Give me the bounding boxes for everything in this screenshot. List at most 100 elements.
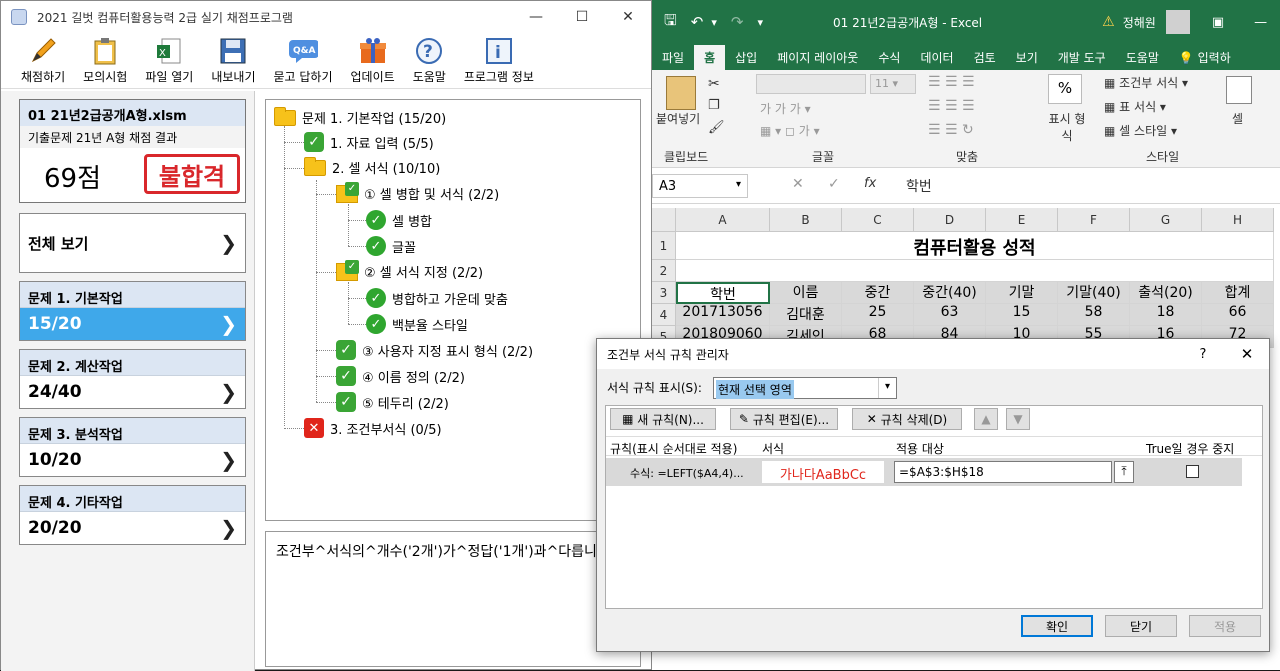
mock-exam-button[interactable]: 모의시험 — [77, 33, 133, 85]
header-cell-g3[interactable]: 출석(20) — [1130, 282, 1202, 304]
export-button[interactable]: 내보내기 — [205, 33, 261, 85]
tree-item-cell-format[interactable]: 2. 셀 서식 (10/10) — [304, 156, 440, 177]
move-down-icon[interactable]: ▼ — [1006, 408, 1030, 430]
tab-data[interactable]: 데이터 — [910, 45, 963, 70]
question-1-card[interactable]: 문제 1. 기본작업 15/20 ❯ — [19, 281, 246, 341]
align-top-icon[interactable]: ☰ ☰ ☰ — [928, 74, 975, 90]
applies-to-input[interactable]: =$A$3:$H$18 — [894, 461, 1112, 483]
tab-insert[interactable]: 삽입 — [725, 45, 767, 70]
row-header-3[interactable]: 3 — [652, 282, 676, 304]
column-header-c[interactable]: C — [842, 208, 914, 232]
data-cell-g4[interactable]: 18 — [1130, 304, 1202, 326]
tab-view[interactable]: 보기 — [1006, 45, 1048, 70]
update-button[interactable]: 업데이트 — [345, 33, 401, 85]
delete-rule-button[interactable]: ✕ 규칙 삭제(D) — [852, 408, 962, 430]
question-2-card[interactable]: 문제 2. 계산작업 24/40 ❯ — [19, 349, 246, 409]
name-box[interactable]: A3 ▾ — [652, 174, 748, 198]
tab-tell-me[interactable]: 💡 입력하 — [1169, 45, 1241, 70]
cancel-formula-icon[interactable]: ✕ — [792, 176, 804, 192]
sheet-title-cell[interactable]: 컴퓨터활용 성적 — [676, 232, 1274, 260]
cut-icon[interactable]: ✂ — [708, 76, 720, 92]
new-rule-button[interactable]: ▦ 새 규칙(N)... — [610, 408, 716, 430]
column-header-d[interactable]: D — [914, 208, 986, 232]
show-rules-select[interactable]: 현재 선택 영역 ▾ — [713, 377, 897, 399]
column-header-b[interactable]: B — [770, 208, 842, 232]
minimize-icon[interactable]: — — [1254, 15, 1267, 30]
minimize-icon[interactable]: — — [513, 1, 559, 33]
maximize-icon[interactable]: ☐ — [559, 1, 605, 33]
tree-item-merge-cells[interactable]: ✓ 셀 병합 — [366, 210, 432, 230]
view-all-button[interactable]: 전체 보기 ❯ — [19, 213, 246, 273]
question-4-card[interactable]: 문제 4. 기타작업 20/20 ❯ — [19, 485, 246, 545]
data-cell-f4[interactable]: 58 — [1058, 304, 1130, 326]
formula-input[interactable]: 학번 — [906, 176, 932, 196]
indent-icon[interactable]: ☰ ☰ ↻ — [928, 122, 974, 138]
tree-item-merge-format[interactable]: ✓ ① 셀 병합 및 서식 (2/2) — [336, 181, 499, 203]
row-header-1[interactable]: 1 — [652, 232, 676, 260]
tab-page-layout[interactable]: 페이지 레이아웃 — [767, 45, 868, 70]
rule-row[interactable]: 수식: =LEFT($A4,4)... 가나다AaBbCc =$A$3:$H$1… — [606, 458, 1242, 486]
qa-button[interactable]: Q&A 묻고 답하기 — [268, 33, 339, 85]
header-cell-e3[interactable]: 기말 — [986, 282, 1058, 304]
open-file-button[interactable]: X 파일 열기 — [139, 33, 199, 85]
program-info-button[interactable]: i 프로그램 정보 — [458, 33, 540, 85]
format-painter-icon[interactable]: 🖌 — [708, 120, 725, 135]
font-size-box[interactable]: 11 ▾ — [870, 74, 916, 94]
header-cell-b3[interactable]: 이름 — [770, 282, 842, 304]
column-header-h[interactable]: H — [1202, 208, 1274, 232]
help-icon[interactable]: ? — [1181, 347, 1225, 362]
bold-icon[interactable]: 가 가 가 ▾ — [760, 100, 811, 117]
help-button[interactable]: ? 도움말 — [407, 33, 452, 85]
tab-file[interactable]: 파일 — [652, 45, 694, 70]
tree-item-merge-center[interactable]: ✓ 병합하고 가운데 맞춤 — [366, 288, 508, 308]
tree-item-custom-format[interactable]: ✓ ③ 사용자 지정 표시 형식 (2/2) — [336, 340, 533, 360]
ribbon-display-icon[interactable]: ▣ — [1212, 15, 1224, 30]
percent-icon[interactable]: % — [1048, 74, 1082, 104]
save-icon[interactable]: 🖫 — [664, 10, 677, 35]
apply-button[interactable]: 적용 — [1189, 615, 1261, 637]
conditional-format-button[interactable]: ▦ 조건부 서식 ▾ — [1104, 74, 1188, 91]
number-format-label[interactable]: 표시 형식 — [1044, 110, 1090, 144]
header-cell-a3[interactable]: 학번 — [676, 282, 770, 304]
column-header-a[interactable]: A — [676, 208, 770, 232]
tab-review[interactable]: 검토 — [964, 45, 1006, 70]
edit-rule-button[interactable]: ✎ 규칙 편집(E)... — [730, 408, 838, 430]
tree-item-percent-style[interactable]: ✓ 백분율 스타일 — [366, 314, 468, 334]
tree-item-conditional-format[interactable]: ✕ 3. 조건부서식 (0/5) — [304, 418, 442, 438]
data-cell-c4[interactable]: 25 — [842, 304, 914, 326]
table-format-button[interactable]: ▦ 표 서식 ▾ — [1104, 98, 1166, 115]
align-left-icon[interactable]: ☰ ☰ ☰ — [928, 98, 975, 114]
row-header-4[interactable]: 4 — [652, 304, 676, 326]
copy-icon[interactable]: ❐ — [708, 98, 720, 113]
header-cell-c3[interactable]: 중간 — [842, 282, 914, 304]
move-up-icon[interactable]: ▲ — [974, 408, 998, 430]
select-all-corner[interactable] — [652, 208, 676, 232]
function-icon[interactable]: fx — [864, 176, 876, 191]
header-cell-h3[interactable]: 합계 — [1202, 282, 1274, 304]
paste-label[interactable]: 붙여넣기 — [656, 110, 700, 127]
tree-root[interactable]: 문제 1. 기본작업 (15/20) — [274, 106, 446, 127]
font-name-box[interactable] — [756, 74, 866, 94]
undo-icon[interactable]: ↶ — [691, 13, 704, 31]
tab-help[interactable]: 도움말 — [1116, 45, 1169, 70]
quick-access-dropdown-icon[interactable]: ▾ — [757, 16, 763, 29]
data-cell-d4[interactable]: 63 — [914, 304, 986, 326]
column-header-e[interactable]: E — [986, 208, 1058, 232]
tree-item-font[interactable]: ✓ 글꼴 — [366, 236, 416, 256]
avatar[interactable] — [1165, 10, 1190, 34]
data-cell-e4[interactable]: 15 — [986, 304, 1058, 326]
warning-icon[interactable]: ⚠ — [1102, 14, 1115, 30]
tree-item-name-define[interactable]: ✓ ④ 이름 정의 (2/2) — [336, 366, 465, 386]
data-cell-h4[interactable]: 66 — [1202, 304, 1274, 326]
column-header-g[interactable]: G — [1130, 208, 1202, 232]
data-cell-a4[interactable]: 201713056 — [676, 304, 770, 326]
tree-item-data-entry[interactable]: ✓ 1. 자료 입력 (5/5) — [304, 132, 434, 152]
tab-home[interactable]: 홈 — [694, 45, 726, 70]
header-cell-d3[interactable]: 중간(40) — [914, 282, 986, 304]
redo-icon[interactable]: ↷ — [731, 13, 744, 31]
tree-item-cell-format-set[interactable]: ✓ ② 셀 서식 지정 (2/2) — [336, 259, 483, 281]
header-cell-f3[interactable]: 기말(40) — [1058, 282, 1130, 304]
border-icon[interactable]: ▦ ▾ ◻ 가 ▾ — [760, 122, 820, 139]
tree-item-border[interactable]: ✓ ⑤ 테두리 (2/2) — [336, 392, 449, 412]
column-header-f[interactable]: F — [1058, 208, 1130, 232]
